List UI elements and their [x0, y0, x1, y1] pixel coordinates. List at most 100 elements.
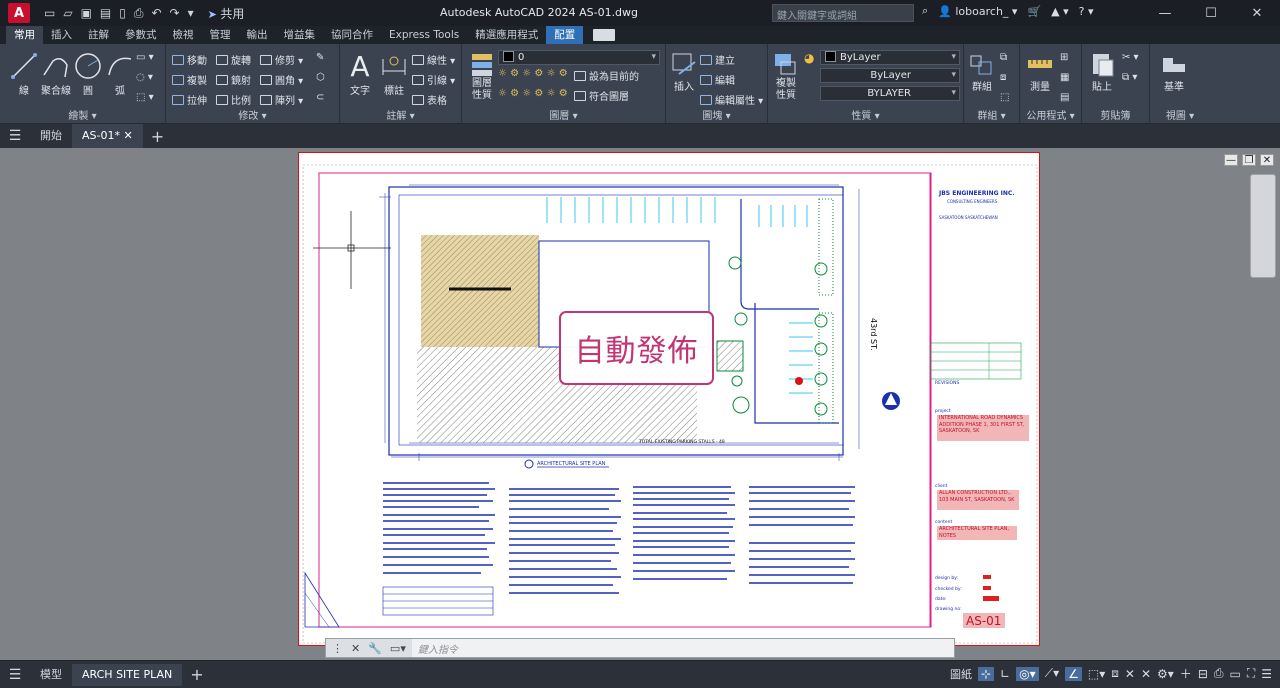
polyline-icon[interactable]: [38, 48, 74, 84]
fullscreen-icon[interactable]: ⛶: [1247, 666, 1255, 681]
ungroup-icon[interactable]: ⧉: [1000, 52, 1007, 63]
units-icon[interactable]: ⊟: [1198, 667, 1208, 681]
make-current-button[interactable]: 設為目前的: [574, 68, 639, 83]
linetype-dropdown[interactable]: BYLAYER: [820, 86, 960, 101]
annotation-visibility-icon[interactable]: ✕: [1125, 667, 1135, 681]
maximize-icon[interactable]: ☐: [1188, 0, 1234, 26]
tab-express-tools[interactable]: Express Tools: [381, 26, 467, 44]
measure-icon[interactable]: [1022, 46, 1058, 82]
base-view-icon[interactable]: [1156, 46, 1192, 82]
paste-icon[interactable]: [1084, 46, 1120, 82]
panel-view-title[interactable]: 視圖 ▾: [1150, 107, 1210, 122]
copy-clip-icon[interactable]: ⧉ ▾: [1122, 72, 1137, 83]
tab-annotate[interactable]: 註解: [80, 26, 117, 44]
menu-icon[interactable]: ☰: [0, 128, 30, 144]
connect-icon[interactable]: ▲ ▾: [1051, 5, 1068, 18]
panel-block-title[interactable]: 圖塊 ▾: [666, 107, 767, 122]
osnap-tracking-icon[interactable]: ⟋▾: [1045, 666, 1059, 681]
tab-layout[interactable]: 配置: [546, 26, 584, 44]
customize-icon[interactable]: 🔧: [368, 642, 382, 655]
table-button[interactable]: 表格: [412, 92, 447, 107]
panel-modify-title[interactable]: 修改 ▾: [166, 107, 339, 122]
tab-collaborate[interactable]: 協同合作: [323, 26, 381, 44]
layer-tools-row1-icons[interactable]: ☼ ⚙ ☼ ⚙ ☼ ⚙: [498, 68, 568, 79]
annotation-monitor-icon[interactable]: ＋: [1180, 665, 1192, 682]
tab-start[interactable]: 開始: [30, 124, 72, 148]
panel-groups-title[interactable]: 群組 ▾: [964, 107, 1019, 122]
edit-attributes-button[interactable]: 編輯屬性 ▾: [700, 92, 763, 107]
color-dropdown[interactable]: ByLayer: [820, 50, 960, 65]
save-icon[interactable]: ▣: [81, 6, 92, 20]
layout-menu-icon[interactable]: ☰: [0, 667, 30, 683]
stretch-button[interactable]: 拉伸: [172, 92, 207, 107]
erase-icon[interactable]: ✎: [316, 52, 324, 63]
customize-status-icon[interactable]: ☰: [1261, 667, 1272, 681]
viewport-close-icon[interactable]: ✕: [1260, 154, 1274, 166]
tab-view[interactable]: 檢視: [165, 26, 202, 44]
layer-tools-row2-icons[interactable]: ☼ ⚙ ☼ ⚙ ☼ ⚙: [498, 88, 568, 99]
color-wheel-icon[interactable]: ◕: [804, 51, 814, 65]
redo-icon[interactable]: ↷: [170, 6, 180, 20]
app-logo-icon[interactable]: A: [8, 3, 30, 23]
snap-icon[interactable]: ⊹: [978, 666, 995, 681]
print-icon[interactable]: ⎙: [134, 6, 144, 21]
web-mobile-icon[interactable]: ▯: [119, 6, 126, 20]
navigation-bar[interactable]: [1250, 174, 1276, 278]
circle-icon[interactable]: [70, 48, 106, 84]
dimension-icon[interactable]: [376, 48, 412, 84]
auto-scale-icon[interactable]: ✕: [1141, 667, 1151, 681]
insert-block-icon[interactable]: [666, 46, 702, 82]
copy-button[interactable]: 複製: [172, 72, 207, 87]
tab-home[interactable]: 常用: [6, 26, 43, 44]
lineweight-dropdown[interactable]: ByLayer: [820, 68, 960, 83]
id-point-icon[interactable]: ▤: [1060, 92, 1069, 103]
close-tab-icon[interactable]: ✕: [123, 129, 132, 142]
rectangle-icon[interactable]: ▭ ▾: [136, 52, 154, 63]
offset-icon[interactable]: ⊂: [316, 92, 324, 103]
close-command-icon[interactable]: ✕: [351, 642, 360, 655]
tab-featured-apps[interactable]: 精選應用程式: [467, 26, 546, 44]
paper-space-toggle[interactable]: 圖紙: [950, 666, 972, 682]
text-icon[interactable]: A: [342, 48, 378, 84]
move-button[interactable]: 移動: [172, 52, 207, 67]
arc-icon[interactable]: [102, 48, 138, 84]
ortho-icon[interactable]: ∟: [1000, 667, 1010, 681]
edit-block-button[interactable]: 編輯: [700, 72, 735, 87]
group-icon[interactable]: [964, 46, 1000, 82]
match-properties-icon[interactable]: [768, 46, 804, 82]
viewport-restore-icon[interactable]: ❐: [1242, 154, 1256, 166]
match-layer-button[interactable]: 符合圖層: [574, 88, 629, 103]
explode-icon[interactable]: ⬡: [316, 72, 325, 83]
panel-draw-title[interactable]: 繪製 ▾: [0, 107, 165, 122]
save-as-icon[interactable]: ▤: [100, 6, 111, 20]
boundary-icon[interactable]: ⬚ ▾: [136, 92, 154, 103]
panel-utilities-title[interactable]: 公用程式 ▾: [1020, 107, 1081, 122]
array-button[interactable]: 陣列 ▾: [260, 92, 303, 107]
help-icon[interactable]: ? ▾: [1079, 5, 1094, 18]
polar-icon[interactable]: ◎▾: [1016, 666, 1039, 681]
new-tab-icon[interactable]: +: [143, 127, 172, 146]
scale-button[interactable]: 比例: [216, 92, 251, 107]
fillet-button[interactable]: 圓角 ▾: [260, 72, 303, 87]
recent-commands-icon[interactable]: ▭▾: [390, 642, 406, 655]
grip-icon[interactable]: ⋮: [332, 642, 343, 655]
undo-icon[interactable]: ↶: [151, 6, 161, 20]
trim-button[interactable]: 修剪 ▾: [260, 52, 303, 67]
minimize-icon[interactable]: —: [1142, 0, 1188, 26]
tab-insert[interactable]: 插入: [43, 26, 80, 44]
tab-addins[interactable]: 增益集: [276, 26, 324, 44]
panel-annotation-title[interactable]: 註解 ▾: [340, 107, 461, 122]
tab-model[interactable]: 模型: [30, 664, 72, 686]
dropdown-icon[interactable]: ▾: [188, 6, 194, 20]
search-icon[interactable]: ⌕: [922, 4, 928, 18]
group-select-icon[interactable]: ⬚: [1000, 92, 1009, 103]
linear-button[interactable]: 線性 ▾: [412, 52, 455, 67]
user-button[interactable]: 👤 loboarch_ ▾: [938, 5, 1017, 18]
calculator-icon[interactable]: ▦: [1060, 72, 1069, 83]
workspace-gear-icon[interactable]: ⚙▾: [1157, 667, 1174, 681]
command-input[interactable]: 鍵入指令: [412, 641, 458, 656]
isolate-icon[interactable]: ▭: [1229, 667, 1240, 681]
close-icon[interactable]: ✕: [1234, 0, 1280, 26]
viewport-minimize-icon[interactable]: —: [1224, 154, 1238, 166]
leader-button[interactable]: 引線 ▾: [412, 72, 455, 87]
